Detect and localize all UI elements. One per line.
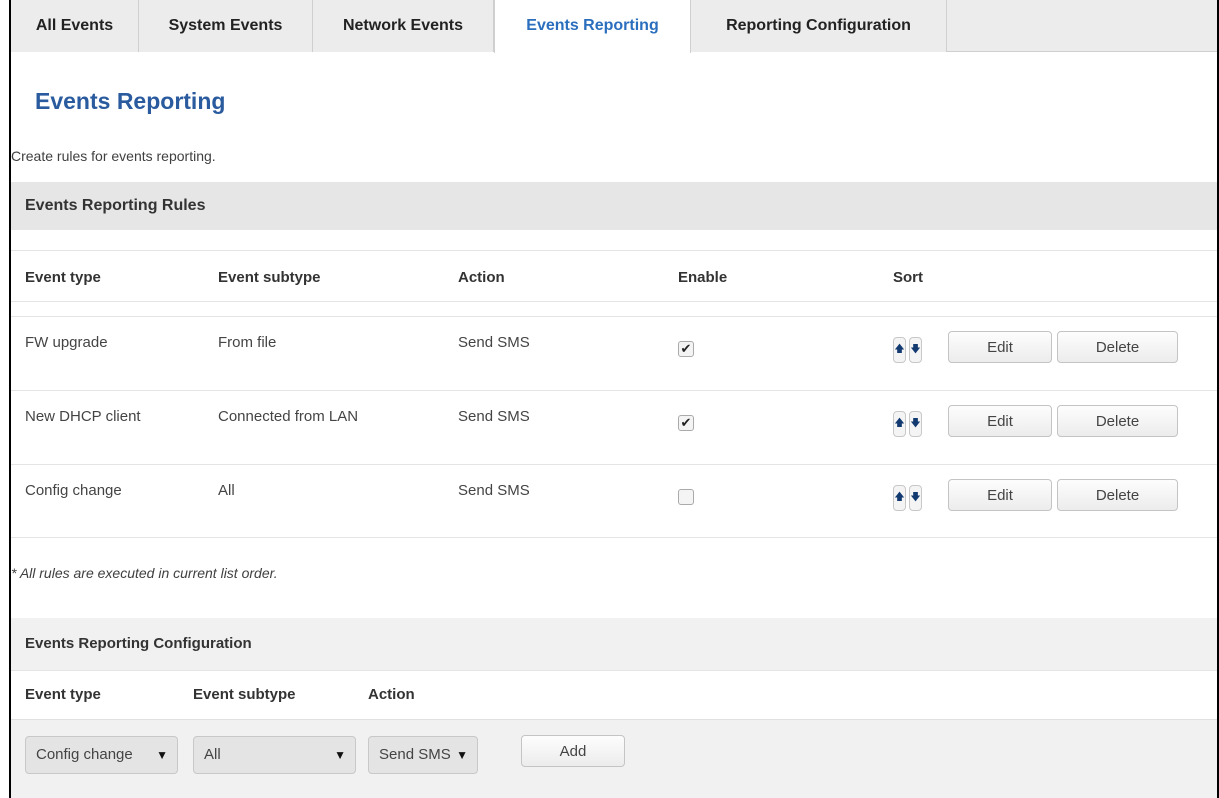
table-row: FW upgrade From file Send SMS ✔ 🡅 🡇 Edit… — [11, 316, 1217, 390]
col-event-subtype: Event subtype — [218, 269, 321, 286]
edit-button[interactable]: Edit — [948, 331, 1052, 363]
cfg-col-event-subtype: Event subtype — [193, 686, 296, 703]
event-subtype-select[interactable]: All ▼ — [193, 736, 356, 774]
dropdown-arrow-icon: ▼ — [156, 748, 168, 762]
rules-order-note: * All rules are executed in current list… — [11, 565, 278, 581]
row-event-subtype: Connected from LAN — [218, 408, 359, 425]
event-type-select[interactable]: Config change ▼ — [25, 736, 178, 774]
tab-events-reporting[interactable]: Events Reporting — [494, 0, 691, 53]
row-action: Send SMS — [458, 408, 530, 425]
rules-section-title: Events Reporting Rules — [11, 182, 1217, 230]
cfg-col-event-type: Event type — [25, 686, 101, 703]
enable-checkbox[interactable]: ✔ — [678, 341, 694, 357]
config-section-title: Events Reporting Configuration — [11, 618, 1217, 670]
event-type-select-value: Config change — [36, 746, 133, 763]
arrow-down-icon[interactable]: 🡇 — [909, 337, 922, 363]
table-row: New DHCP client Connected from LAN Send … — [11, 390, 1217, 464]
row-action: Send SMS — [458, 482, 530, 499]
dropdown-arrow-icon: ▼ — [456, 748, 468, 762]
action-select-value: Send SMS — [379, 746, 451, 763]
edit-button[interactable]: Edit — [948, 479, 1052, 511]
delete-button[interactable]: Delete — [1057, 479, 1178, 511]
tab-network-events[interactable]: Network Events — [313, 0, 494, 52]
enable-checkbox[interactable]: ✔ — [678, 415, 694, 431]
config-table-header: Event type Event subtype Action — [11, 670, 1217, 720]
rules-table-header: Event type Event subtype Action Enable S… — [11, 250, 1217, 302]
cfg-col-action: Action — [368, 686, 415, 703]
edit-button[interactable]: Edit — [948, 405, 1052, 437]
arrow-up-icon[interactable]: 🡅 — [893, 485, 906, 511]
tab-bar: All Events System Events Network Events … — [11, 0, 1217, 53]
row-event-type: FW upgrade — [25, 334, 108, 351]
row-event-subtype: All — [218, 482, 235, 499]
page-description: Create rules for events reporting. — [11, 148, 216, 164]
arrow-down-icon[interactable]: 🡇 — [909, 485, 922, 511]
config-input-row: Config change ▼ All ▼ Send SMS ▼ Add — [11, 720, 1217, 798]
row-action: Send SMS — [458, 334, 530, 351]
page-title: Events Reporting — [35, 88, 226, 114]
row-event-type: New DHCP client — [25, 408, 141, 425]
arrow-up-icon[interactable]: 🡅 — [893, 337, 906, 363]
dropdown-arrow-icon: ▼ — [334, 748, 346, 762]
col-sort: Sort — [893, 269, 923, 286]
delete-button[interactable]: Delete — [1057, 331, 1178, 363]
col-event-type: Event type — [25, 269, 101, 286]
page-frame: All Events System Events Network Events … — [9, 0, 1219, 798]
event-subtype-select-value: All — [204, 746, 221, 763]
tab-system-events[interactable]: System Events — [139, 0, 313, 52]
col-action: Action — [458, 269, 505, 286]
add-button[interactable]: Add — [521, 735, 625, 767]
delete-button[interactable]: Delete — [1057, 405, 1178, 437]
tab-all-events[interactable]: All Events — [11, 0, 139, 52]
row-event-type: Config change — [25, 482, 122, 499]
arrow-down-icon[interactable]: 🡇 — [909, 411, 922, 437]
arrow-up-icon[interactable]: 🡅 — [893, 411, 906, 437]
tab-reporting-configuration[interactable]: Reporting Configuration — [691, 0, 947, 52]
enable-checkbox[interactable] — [678, 489, 694, 505]
row-event-subtype: From file — [218, 334, 277, 351]
action-select[interactable]: Send SMS ▼ — [368, 736, 478, 774]
col-enable: Enable — [678, 269, 728, 286]
table-row: Config change All Send SMS 🡅 🡇 Edit Dele… — [11, 464, 1217, 538]
